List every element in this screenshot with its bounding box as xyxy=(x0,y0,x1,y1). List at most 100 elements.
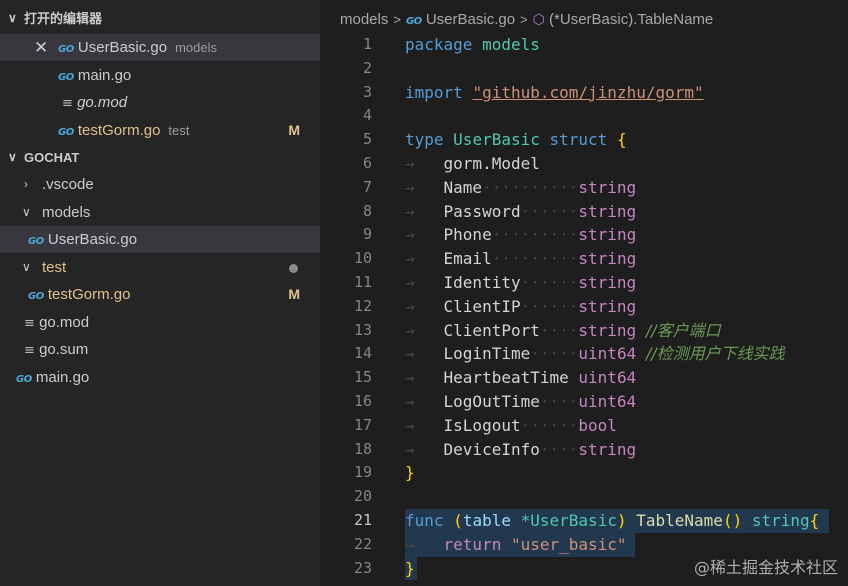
chevron-right-icon: > xyxy=(520,12,528,27)
field-type: string xyxy=(578,296,637,316)
line-number: 23 xyxy=(353,558,372,577)
tree-folder-vscode[interactable]: › .vscode xyxy=(0,171,320,198)
return-type: string xyxy=(751,510,810,530)
line-number: 11 xyxy=(353,272,372,291)
code-comment: //检测用户下线实践 xyxy=(645,344,785,364)
field-type: string xyxy=(578,272,637,292)
line-number: 8 xyxy=(362,201,372,220)
line-number: 18 xyxy=(353,439,372,458)
breadcrumb-symbol[interactable]: (*UserBasic).TableName xyxy=(549,11,713,28)
keyword: func xyxy=(405,510,444,530)
open-editor-item-main[interactable]: GO main.go xyxy=(0,62,320,89)
package-name: models xyxy=(482,35,540,54)
code-line: 13 → ClientPort····string //客户端口 xyxy=(320,319,848,343)
struct-name: UserBasic xyxy=(453,130,540,150)
watermark: @稀土掘金技术社区 xyxy=(693,558,838,577)
tree-label: models xyxy=(42,204,91,221)
import-path[interactable]: "github.com/jinzhu/gorm" xyxy=(472,83,703,102)
go-file-icon: GO xyxy=(58,44,74,55)
field-name: Name xyxy=(443,177,483,197)
line-number: 5 xyxy=(362,130,372,149)
breadcrumb-file[interactable]: UserBasic.go xyxy=(426,11,515,28)
modified-badge: M xyxy=(288,286,300,302)
go-file-icon: GO xyxy=(58,127,74,138)
code-line: 19} xyxy=(320,461,848,485)
code-line: 4 xyxy=(320,104,848,128)
chevron-right-icon: › xyxy=(24,177,28,191)
field-name: LoginTime xyxy=(443,344,531,364)
method-cube-icon: ⬡ xyxy=(532,11,545,27)
embedded-field: gorm.Model xyxy=(443,153,540,173)
line-number: 17 xyxy=(353,415,372,434)
code-line: 3 import "github.com/jinzhu/gorm" xyxy=(320,81,848,105)
tree-label: test xyxy=(42,259,67,276)
tree-file-userbasic[interactable]: GO UserBasic.go xyxy=(0,226,320,253)
modified-dot-icon xyxy=(289,264,298,273)
tree-label: main.go xyxy=(35,369,90,386)
keyword: import xyxy=(405,82,463,102)
file-lines-icon: ≡ xyxy=(24,316,35,331)
chevron-down-icon: ∨ xyxy=(22,260,31,274)
code-line: 8 → Password······string xyxy=(320,200,848,224)
open-editor-label: UserBasic.go xyxy=(77,39,168,56)
code-line: 18 → DeviceInfo····string xyxy=(320,438,848,462)
tree-label: UserBasic.go xyxy=(47,231,138,248)
file-lines-icon: ≡ xyxy=(24,343,35,358)
tree-file-gosum[interactable]: ≡ go.sum xyxy=(0,336,320,363)
chevron-down-icon: ∨ xyxy=(8,150,17,164)
code-editor[interactable]: models > GO UserBasic.go > ⬡ (*UserBasic).Ta… xyxy=(320,0,848,586)
open-editor-item-testgorm[interactable]: GO testGorm.go test M xyxy=(0,117,320,144)
code-line: 9 → Phone·········string xyxy=(320,223,848,247)
keyword: package xyxy=(405,35,473,54)
field-type: uint64 xyxy=(578,344,637,364)
field-type: string xyxy=(578,177,637,197)
field-type: string xyxy=(578,320,637,340)
code-line: 22 → return "user_basic" xyxy=(320,532,848,557)
code-line-active: 21 func (table *UserBasic) TableName() st… xyxy=(320,508,848,533)
open-editor-label: testGorm.go xyxy=(77,122,161,139)
field-type: string xyxy=(578,201,637,221)
open-editors-header[interactable]: ∨ 打开的编辑器 xyxy=(0,5,320,32)
tree-folder-models[interactable]: ∨ models xyxy=(0,199,320,226)
field-name: HeartbeatTime xyxy=(443,368,569,388)
breadcrumb: models > GO UserBasic.go > ⬡ (*UserBasic).Ta… xyxy=(340,0,713,36)
open-editor-item-gomod[interactable]: ≡ go.mod xyxy=(0,89,320,116)
line-number: 14 xyxy=(353,344,372,363)
keyword: type xyxy=(405,130,444,150)
tree-label: go.sum xyxy=(39,341,89,358)
tree-file-gomod[interactable]: ≡ go.mod xyxy=(0,309,320,336)
keyword: return xyxy=(443,534,502,554)
workspace-header[interactable]: ∨ GOCHAT xyxy=(0,144,320,171)
breadcrumb-folder[interactable]: models xyxy=(340,11,388,28)
line-number: 1 xyxy=(362,35,372,53)
field-name: Phone xyxy=(443,225,492,245)
code-line: 2 xyxy=(320,57,848,81)
code-line: 16 → LogOutTime····uint64 xyxy=(320,390,848,414)
code-line: 7 → Name··········string xyxy=(320,176,848,200)
chevron-down-icon: ∨ xyxy=(8,11,17,25)
open-editors-title: 打开的编辑器 xyxy=(24,11,103,26)
go-file-icon: GO xyxy=(16,374,32,385)
field-type: bool xyxy=(578,415,617,435)
line-number: 15 xyxy=(353,368,372,387)
go-file-icon: GO xyxy=(28,291,44,302)
field-name: Identity xyxy=(443,272,521,292)
tree-folder-test[interactable]: ∨ test xyxy=(0,254,320,281)
explorer-sidebar: ∨ 打开的编辑器 ✕ GO UserBasic.go models GO main… xyxy=(0,0,320,586)
field-name: ClientPort xyxy=(443,320,540,340)
line-number: 3 xyxy=(362,82,372,101)
close-icon[interactable]: ✕ xyxy=(34,34,48,61)
tree-label: testGorm.go xyxy=(47,286,131,303)
open-editor-label: go.mod xyxy=(77,94,128,111)
tree-file-maingo[interactable]: GO main.go xyxy=(0,364,320,391)
code-line: 6 → gorm.Model xyxy=(320,152,848,176)
go-file-icon: GO xyxy=(28,236,44,247)
code-line: 12 → ClientIP······string xyxy=(320,295,848,319)
field-type: string xyxy=(578,439,637,459)
tree-file-testgorm[interactable]: GO testGorm.go M xyxy=(0,281,320,308)
chevron-down-icon: ∨ xyxy=(22,205,31,219)
line-number: 16 xyxy=(353,391,372,410)
open-editor-item-userbasic[interactable]: ✕ GO UserBasic.go models xyxy=(0,34,320,61)
code-area[interactable]: 1 package models 2 3 import "github.com/ji… xyxy=(320,33,848,581)
line-number: 12 xyxy=(353,296,372,315)
